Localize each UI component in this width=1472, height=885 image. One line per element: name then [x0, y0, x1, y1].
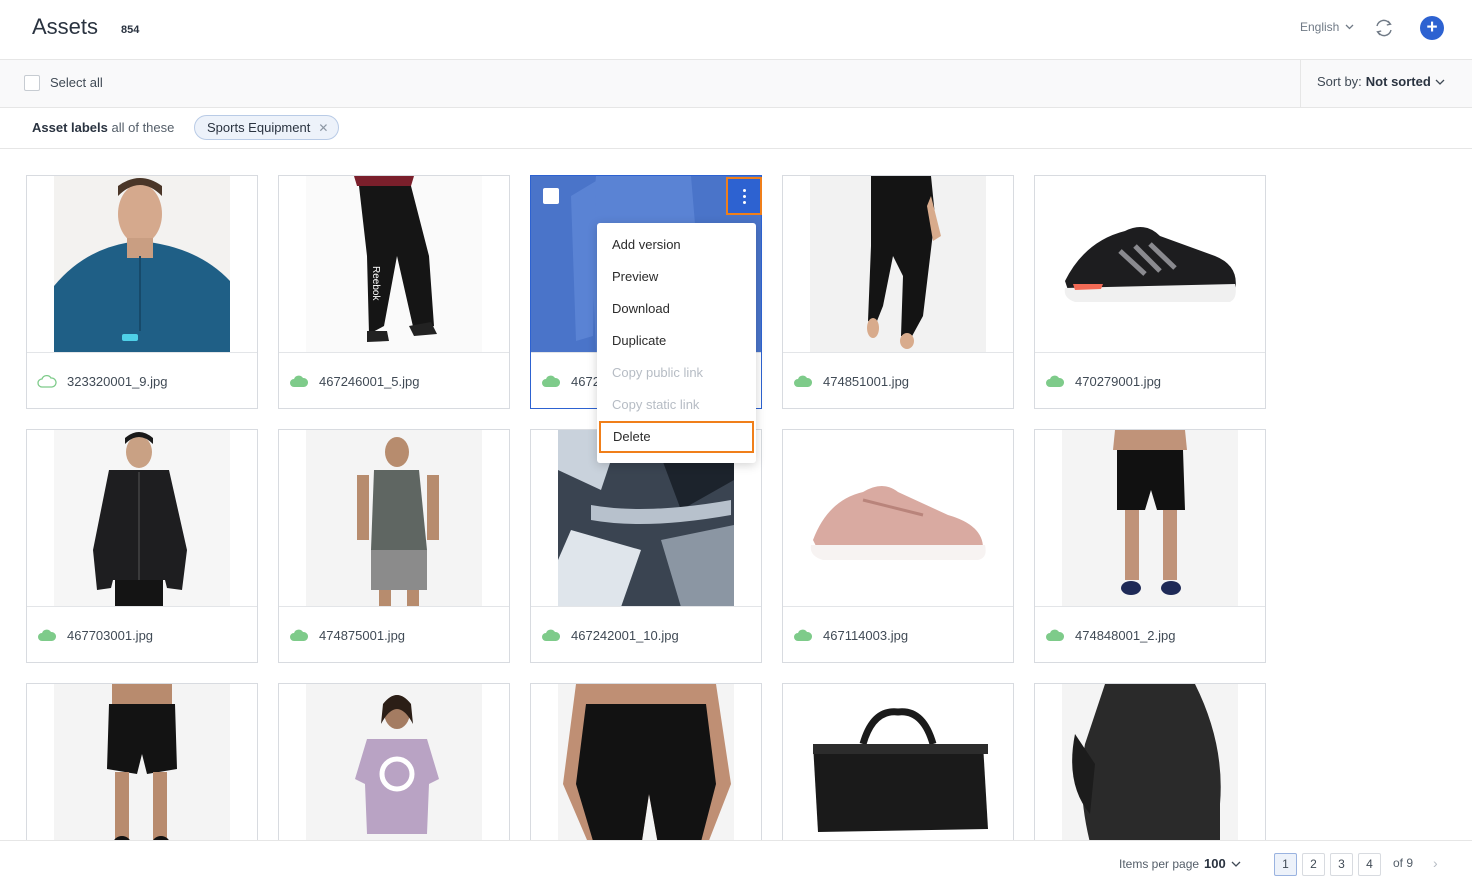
menu-item-preview[interactable]: Preview: [597, 261, 756, 293]
asset-context-menu: Add version Preview Download Duplicate C…: [597, 223, 756, 463]
selection-toolbar: Select all Sort by: Not sorted: [0, 60, 1472, 108]
asset-card[interactable]: [26, 683, 258, 840]
asset-filename: 474848001_2.jpg: [1075, 628, 1176, 643]
asset-thumbnail: [279, 684, 509, 840]
asset-card[interactable]: 467242001_10.jpg: [530, 429, 762, 663]
cloud-filled-icon: [290, 629, 309, 641]
asset-thumbnail: [783, 430, 1013, 607]
asset-card[interactable]: 474875001.jpg: [278, 429, 510, 663]
sort-dropdown[interactable]: Sort by: Not sorted: [1317, 74, 1445, 89]
asset-thumbnail: Reebok: [279, 176, 509, 353]
asset-card[interactable]: 470279001.jpg: [1034, 175, 1266, 409]
filter-label-bold: Asset labels: [32, 120, 108, 135]
sort-label: Sort by:: [1317, 74, 1362, 89]
asset-card[interactable]: 323320001_9.jpg: [26, 175, 258, 409]
menu-item-download[interactable]: Download: [597, 293, 756, 325]
asset-thumbnail: [783, 684, 1013, 840]
asset-card[interactable]: Reebok 467246001_5.jpg: [278, 175, 510, 409]
chevron-down-icon: [1345, 24, 1354, 30]
menu-item-copy-public-link: Copy public link: [612, 365, 704, 380]
filter-chip-label: Sports Equipment: [207, 120, 311, 135]
menu-item-copy-static-link: Copy static link: [612, 397, 700, 412]
page-button-1[interactable]: 1: [1274, 853, 1297, 876]
asset-thumbnail: [27, 176, 257, 353]
cloud-filled-icon: [38, 629, 57, 641]
pagination-footer: Items per page 100 1 2 3 4 of 9 ›: [0, 840, 1472, 885]
asset-thumbnail: [1035, 684, 1265, 840]
asset-filename: 467114003.jpg: [823, 628, 909, 643]
asset-filename: 470279001.jpg: [1075, 374, 1162, 389]
filter-label-rest: all of these: [111, 120, 175, 135]
top-bar: Assets 854 English +: [0, 0, 1472, 60]
asset-filename: 467703001.jpg: [67, 628, 154, 643]
cloud-filled-icon: [542, 375, 561, 387]
cloud-filled-icon: [794, 629, 813, 641]
asset-filename: 474851001.jpg: [823, 374, 910, 389]
cloud-outline-icon: [37, 374, 57, 388]
asset-card[interactable]: 474851001.jpg: [782, 175, 1014, 409]
select-all-label[interactable]: Select all: [50, 75, 103, 90]
chevron-down-icon: [1435, 79, 1445, 85]
kebab-dot: [743, 201, 746, 204]
menu-item-add-version[interactable]: Add version: [597, 229, 756, 261]
items-per-page-selector[interactable]: Items per page 100: [1119, 856, 1241, 871]
page-total: of 9: [1393, 856, 1414, 870]
select-all-checkbox[interactable]: [24, 75, 40, 91]
asset-thumbnail: [27, 430, 257, 607]
filter-label: Asset labels all of these: [32, 120, 174, 135]
items-per-page-label: Items per page: [1119, 856, 1200, 871]
asset-filename: 467246001_5.jpg: [319, 374, 420, 389]
page-button-3[interactable]: 3: [1330, 853, 1353, 876]
asset-card[interactable]: 474848001_2.jpg: [1034, 429, 1266, 663]
asset-thumbnail: [279, 430, 509, 607]
page-title: Assets: [32, 14, 99, 39]
plus-icon: +: [1426, 17, 1438, 38]
menu-item-duplicate[interactable]: Duplicate: [597, 325, 756, 357]
asset-thumbnail: [783, 176, 1013, 353]
filter-chip[interactable]: Sports Equipment ✕: [194, 115, 340, 140]
page-button-2[interactable]: 2: [1302, 853, 1325, 876]
menu-item-delete[interactable]: Delete: [599, 421, 754, 453]
cloud-filled-icon: [1046, 629, 1065, 641]
chevron-right-icon[interactable]: ›: [1433, 855, 1438, 871]
asset-card[interactable]: [530, 683, 762, 840]
divider: [1300, 60, 1301, 108]
page-button-4[interactable]: 4: [1358, 853, 1381, 876]
items-per-page-value: 100: [1204, 856, 1226, 871]
asset-filename: 323320001_9.jpg: [67, 374, 168, 389]
asset-thumbnail: [1035, 176, 1265, 353]
cloud-filled-icon: [794, 375, 813, 387]
asset-card[interactable]: 467703001.jpg: [26, 429, 258, 663]
asset-thumbnail: [531, 684, 761, 840]
language-label: English: [1300, 20, 1340, 34]
svg-text:Reebok: Reebok: [370, 266, 381, 301]
cloud-filled-icon: [290, 375, 309, 387]
close-icon[interactable]: ✕: [318, 121, 328, 135]
kebab-dot: [743, 189, 746, 192]
add-asset-button[interactable]: +: [1420, 16, 1444, 40]
asset-filename: 474875001.jpg: [319, 628, 406, 643]
filter-bar: Asset labels all of these Sports Equipme…: [0, 108, 1472, 149]
asset-thumbnail: [1035, 430, 1265, 607]
asset-checkbox[interactable]: [543, 188, 559, 204]
sync-icon[interactable]: [1373, 17, 1395, 39]
asset-count: 854: [121, 24, 140, 36]
asset-card[interactable]: 467114003.jpg: [782, 429, 1014, 663]
kebab-dot: [743, 195, 746, 198]
language-selector[interactable]: English: [1300, 20, 1354, 34]
asset-card[interactable]: [1034, 683, 1266, 840]
asset-card[interactable]: [782, 683, 1014, 840]
cloud-filled-icon: [1046, 375, 1065, 387]
chevron-down-icon: [1231, 861, 1241, 867]
more-options-button[interactable]: [726, 177, 762, 215]
asset-thumbnail: [27, 684, 257, 840]
sort-value: Not sorted: [1365, 74, 1431, 89]
cloud-filled-icon: [542, 629, 561, 641]
asset-filename: 467242001_10.jpg: [571, 628, 679, 643]
asset-card[interactable]: [278, 683, 510, 840]
